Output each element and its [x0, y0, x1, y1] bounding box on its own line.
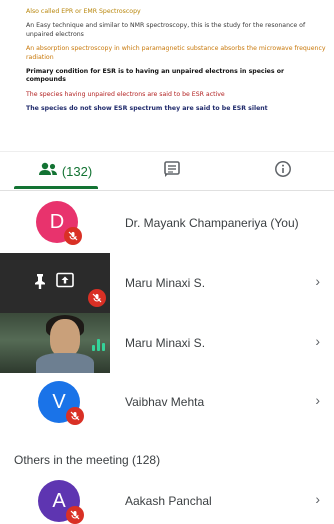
participant-name: Vaibhav Mehta — [125, 395, 205, 409]
participant-row[interactable]: Maru Minaxi S. › — [0, 313, 334, 373]
participant-video — [0, 313, 110, 373]
participant-row[interactable]: A Aakash Panchal › — [0, 474, 334, 524]
others-section-title: Others in the meeting (128) — [14, 453, 161, 467]
tab-chat[interactable] — [160, 152, 184, 191]
participant-row[interactable]: Maru Minaxi S. › — [0, 253, 334, 313]
slide-line: Also called EPR or EMR Spectroscopy — [26, 8, 141, 15]
participant-tile — [0, 253, 110, 313]
participant-name: Aakash Panchal — [125, 494, 212, 508]
chat-icon — [163, 160, 181, 183]
slide-line: An Easy technique and similar to NMR spe… — [26, 22, 306, 38]
tab-info[interactable] — [268, 152, 298, 191]
present-icon[interactable] — [56, 272, 74, 293]
speaking-indicator-icon — [92, 337, 106, 351]
participant-row[interactable]: V Vaibhav Mehta › — [0, 373, 334, 433]
chevron-right-icon[interactable]: › — [315, 273, 320, 289]
participant-name: Maru Minaxi S. — [125, 336, 206, 350]
active-tab-indicator — [14, 186, 98, 189]
chevron-right-icon[interactable]: › — [315, 392, 320, 408]
mic-off-icon — [88, 289, 106, 307]
participant-row[interactable]: D Dr. Mayank Champaneriya (You) — [0, 193, 334, 253]
people-count: (132) — [61, 164, 93, 179]
video-person-body — [36, 353, 94, 373]
shared-slide: Also called EPR or EMR Spectroscopy An E… — [0, 0, 334, 150]
slide-line: The species do not show ESR spectrum the… — [26, 105, 268, 113]
mic-off-icon — [64, 227, 82, 245]
mic-off-icon — [66, 506, 84, 524]
panel-tabs: (132) — [0, 151, 334, 191]
mic-off-icon — [66, 407, 84, 425]
participant-name: Dr. Mayank Champaneriya (You) — [125, 216, 299, 230]
chevron-right-icon[interactable]: › — [315, 491, 320, 507]
chevron-right-icon[interactable]: › — [315, 333, 320, 349]
slide-line: Primary condition for ESR is to having a… — [26, 68, 285, 84]
info-icon — [274, 160, 292, 183]
slide-line: The species having unpaired electrons ar… — [26, 90, 225, 98]
video-person-face — [50, 319, 80, 357]
slide-line: An absorption spectroscopy in which para… — [26, 45, 326, 61]
pin-icon[interactable] — [34, 273, 46, 294]
people-icon — [38, 162, 58, 181]
participant-name: Maru Minaxi S. — [125, 276, 206, 290]
